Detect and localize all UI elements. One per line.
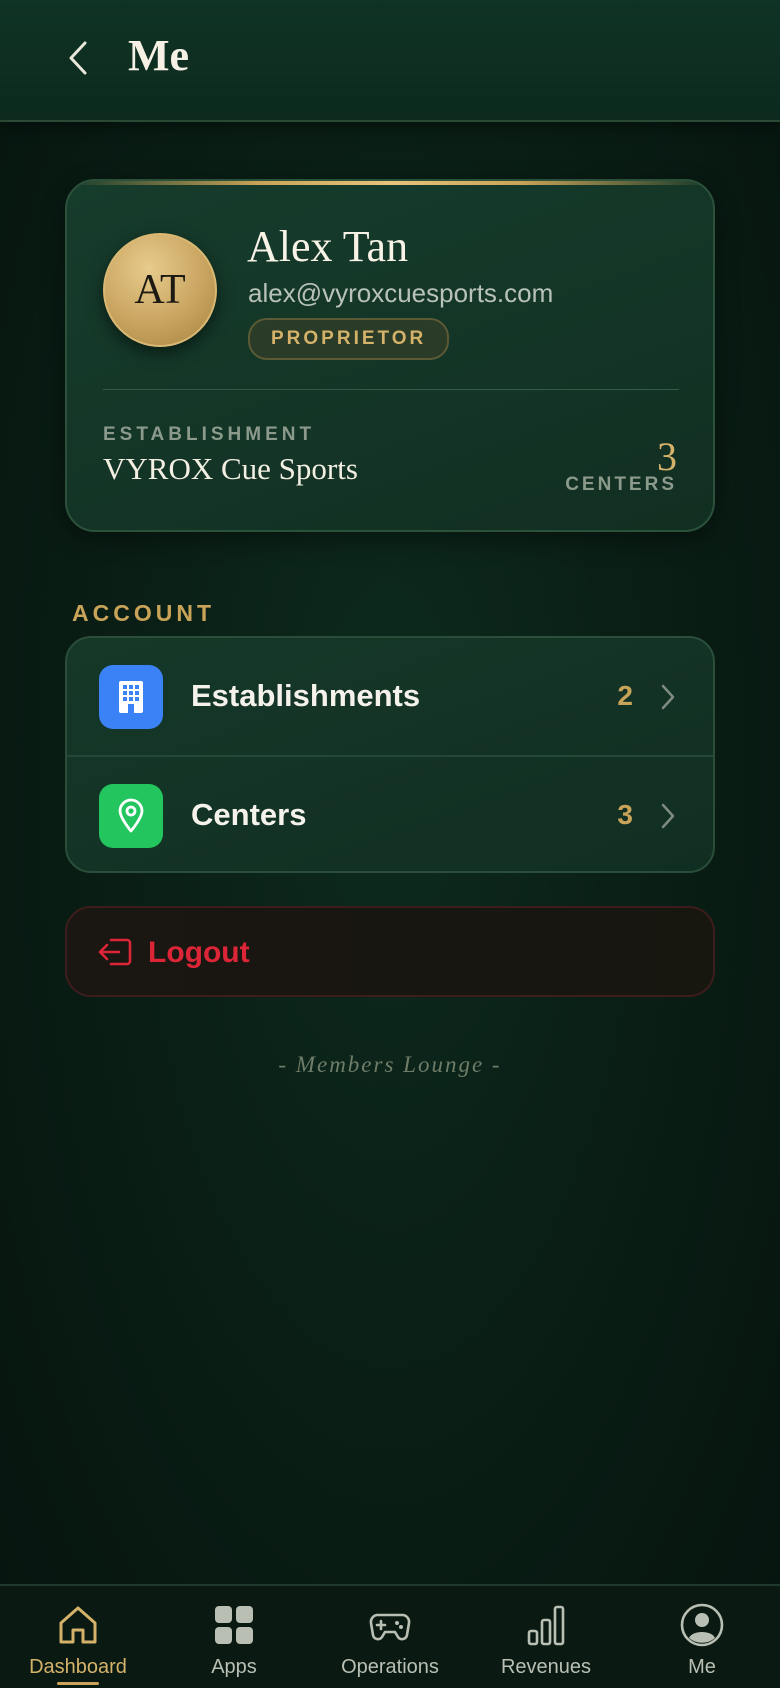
bottom-nav: Dashboard Apps Operations Revenues Me (0, 1584, 780, 1688)
nav-label: Dashboard (29, 1656, 127, 1678)
nav-item-operations[interactable]: Operations (312, 1586, 468, 1688)
bar-chart-icon (527, 1605, 565, 1646)
avatar: AT (103, 233, 217, 347)
establishment-label: ESTABLISHMENT (103, 424, 316, 445)
card-accent-line (67, 181, 713, 185)
gamepad-icon (369, 1613, 411, 1641)
logout-button[interactable]: Logout (65, 906, 715, 997)
nav-item-revenues[interactable]: Revenues (468, 1586, 624, 1688)
building-icon (119, 681, 143, 713)
centers-count: 3 (657, 434, 677, 479)
profile-card: AT Alex Tan alex@vyroxcuesports.com PROP… (65, 179, 715, 532)
establishment-name: VYROX Cue Sports (103, 451, 358, 486)
account-list: Establishments 2 Centers 3 (65, 636, 715, 873)
logout-label: Logout (148, 936, 250, 969)
nav-item-dashboard[interactable]: Dashboard (0, 1586, 156, 1688)
avatar-initials: AT (134, 267, 186, 313)
list-item-establishments[interactable]: Establishments 2 (67, 638, 713, 755)
location-pin-icon (118, 798, 144, 833)
grid-icon (215, 1606, 253, 1644)
members-lounge-note: - Members Lounge - (278, 1052, 502, 1077)
page-title: Me (128, 31, 190, 80)
section-label-account: ACCOUNT (72, 600, 215, 626)
list-item-count: 2 (617, 680, 633, 711)
role-badge: PROPRIETOR (248, 318, 450, 360)
nav-label: Apps (211, 1656, 257, 1678)
logout-icon (98, 938, 132, 966)
home-icon (59, 1606, 97, 1644)
top-header: Me (0, 0, 780, 122)
centers-label: CENTERS (565, 474, 677, 495)
list-item-label: Establishments (191, 678, 421, 713)
user-name: Alex Tan (247, 222, 409, 271)
centers-icon-tile (99, 784, 163, 848)
establishments-icon-tile (99, 665, 163, 729)
nav-item-apps[interactable]: Apps (156, 1586, 312, 1688)
active-indicator (57, 1682, 99, 1685)
nav-label: Revenues (500, 1656, 592, 1678)
nav-label: Operations (341, 1656, 439, 1678)
back-button[interactable] (58, 36, 98, 80)
chevron-right-icon (661, 684, 675, 710)
card-divider (103, 389, 679, 390)
chevron-right-icon (661, 803, 675, 829)
list-item-count: 3 (617, 799, 633, 830)
nav-label: Me (688, 1656, 716, 1678)
list-item-centers[interactable]: Centers 3 (67, 755, 713, 871)
user-circle-icon (680, 1603, 724, 1647)
user-email: alex@vyroxcuesports.com (248, 278, 554, 308)
list-item-label: Centers (191, 797, 307, 832)
nav-item-me[interactable]: Me (624, 1586, 780, 1688)
chevron-left-icon (69, 41, 87, 75)
